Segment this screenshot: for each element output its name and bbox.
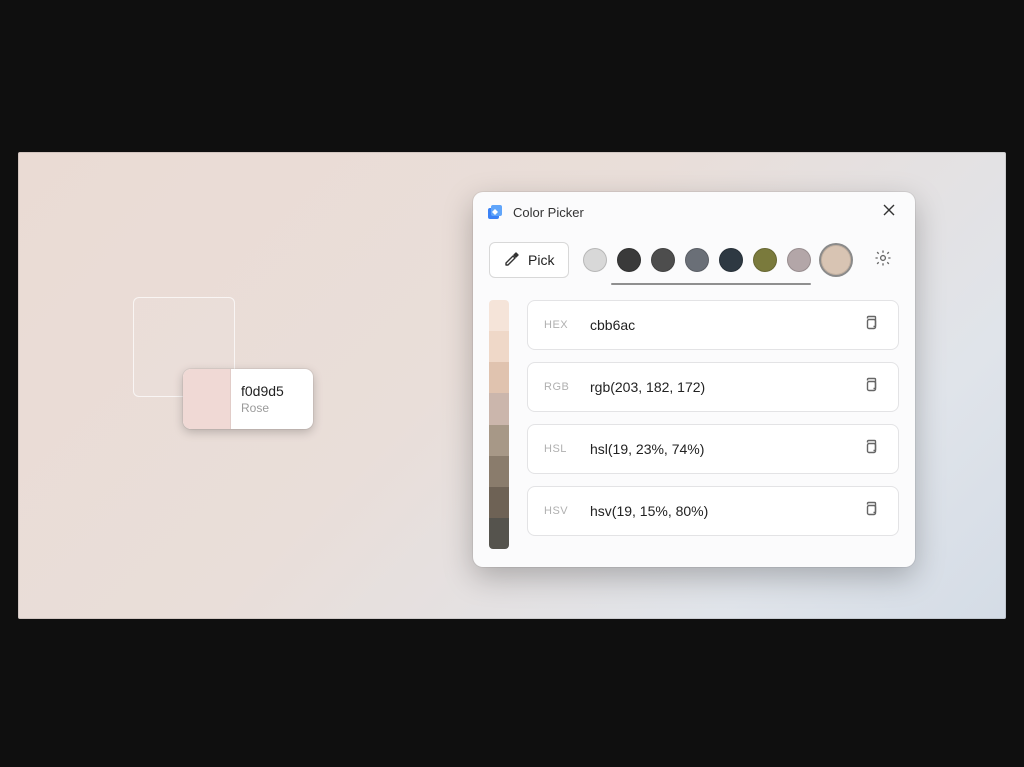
history-swatch-row [583,245,853,275]
color-tooltip: f0d9d5 Rose [183,369,313,429]
history-swatch[interactable] [719,248,743,272]
copy-button[interactable] [856,434,886,464]
color-picker-window: Color Picker Pick [473,192,915,567]
copy-icon [863,501,879,522]
titlebar[interactable]: Color Picker [473,192,915,232]
history-swatch[interactable] [651,248,675,272]
format-value: hsv(19, 15%, 80%) [590,503,856,519]
tooltip-text-group: f0d9d5 Rose [231,369,313,429]
format-label: HSV [544,505,590,517]
tooltip-swatch [183,369,231,429]
close-button[interactable] [875,198,903,226]
history-swatch[interactable] [617,248,641,272]
copy-icon [863,315,879,336]
history-swatch[interactable] [583,248,607,272]
history-swatch[interactable] [685,248,709,272]
toolbar: Pick [473,232,915,288]
shade-step[interactable] [489,300,509,331]
shade-step[interactable] [489,393,509,424]
shade-strip[interactable] [489,300,509,549]
history-swatch[interactable] [787,248,811,272]
pick-button[interactable]: Pick [489,242,569,278]
window-title: Color Picker [513,205,875,220]
pick-button-label: Pick [528,252,554,268]
format-row: HEXcbb6ac [527,300,899,350]
shade-step[interactable] [489,518,509,549]
format-label: RGB [544,381,590,393]
eyedropper-icon [504,251,520,270]
history-swatch[interactable] [821,245,851,275]
close-icon [883,203,895,221]
copy-icon [863,439,879,460]
copy-icon [863,377,879,398]
format-value: cbb6ac [590,317,856,333]
desktop-stage: f0d9d5 Rose Color Picker [18,152,1006,619]
copy-button[interactable] [856,372,886,402]
tooltip-hex-value: f0d9d5 [241,383,303,399]
format-row: HSVhsv(19, 15%, 80%) [527,486,899,536]
app-icon [487,204,503,220]
tooltip-color-name: Rose [241,401,303,415]
format-value: hsl(19, 23%, 74%) [590,441,856,457]
history-swatch[interactable] [753,248,777,272]
shade-step[interactable] [489,362,509,393]
format-label: HSL [544,443,590,455]
swatch-underline [611,283,811,285]
format-row: HSLhsl(19, 23%, 74%) [527,424,899,474]
copy-button[interactable] [856,310,886,340]
picker-body: HEXcbb6ac RGBrgb(203, 182, 172) HSLhsl(19,… [473,288,915,567]
gear-icon [874,249,892,272]
shade-step[interactable] [489,331,509,362]
settings-button[interactable] [867,244,899,276]
format-label: HEX [544,319,590,331]
format-list: HEXcbb6ac RGBrgb(203, 182, 172) HSLhsl(19,… [527,300,899,549]
copy-button[interactable] [856,496,886,526]
format-value: rgb(203, 182, 172) [590,379,856,395]
shade-step[interactable] [489,425,509,456]
format-row: RGBrgb(203, 182, 172) [527,362,899,412]
shade-step[interactable] [489,456,509,487]
shade-step[interactable] [489,487,509,518]
